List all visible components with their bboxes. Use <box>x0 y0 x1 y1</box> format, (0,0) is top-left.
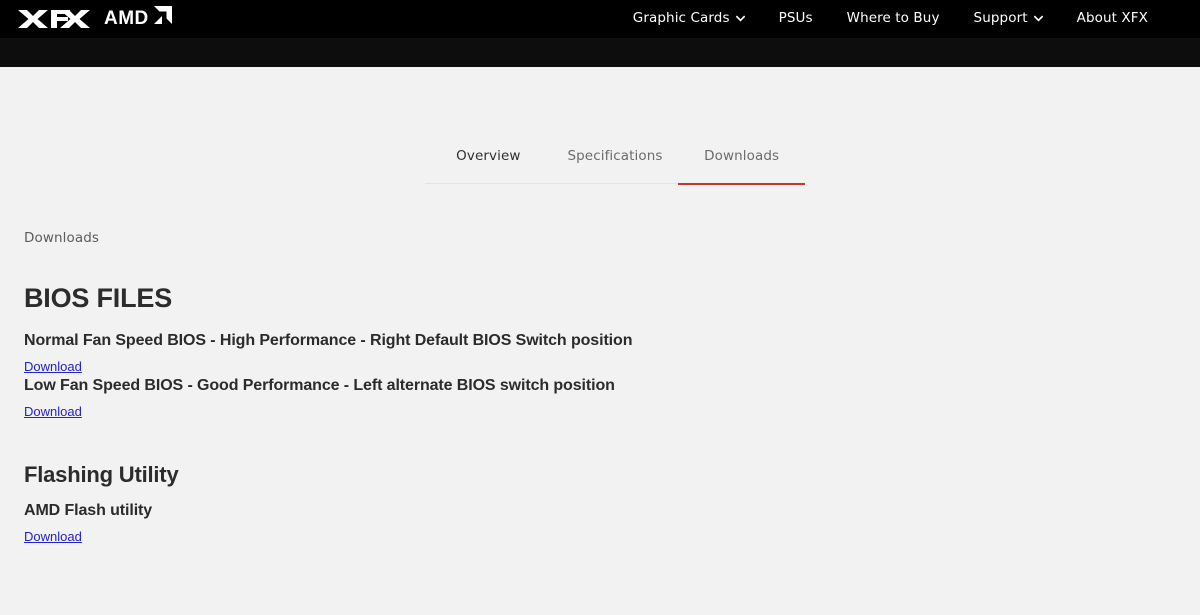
tab-overview[interactable]: Overview <box>425 148 552 184</box>
nav-label: About XFX <box>1076 10 1148 27</box>
nav-item-psus[interactable]: PSUs <box>779 12 813 26</box>
brand-logos[interactable]: AMD <box>18 5 184 29</box>
tab-downloads[interactable]: Downloads <box>678 148 806 185</box>
download-link[interactable]: Download <box>24 404 82 420</box>
tab-active-underline <box>678 182 806 185</box>
svg-text:AMD: AMD <box>104 8 149 28</box>
download-entry: Low Fan Speed BIOS - Good Performance - … <box>24 376 1174 421</box>
download-link[interactable]: Download <box>24 359 82 375</box>
nav-label: Where to Buy <box>846 10 940 27</box>
file-title: Normal Fan Speed BIOS - High Performance… <box>24 332 633 350</box>
nav-label: PSUs <box>778 10 813 27</box>
site-header: AMD Graphic Cards PSUs Where to Buy Supp… <box>0 0 1200 38</box>
download-link[interactable]: Download <box>24 529 82 545</box>
chevron-down-icon <box>735 14 745 23</box>
file-title: Low Fan Speed BIOS - Good Performance - … <box>24 377 615 395</box>
secondary-bar <box>0 38 1200 67</box>
section-title: BIOS FILES <box>24 282 173 313</box>
nav-label: Graphic Cards <box>632 10 730 27</box>
download-entry: Normal Fan Speed BIOS - High Performance… <box>24 331 1174 376</box>
section-title: Flashing Utility <box>24 462 179 488</box>
file-title: AMD Flash utility <box>24 502 153 520</box>
nav-item-support[interactable]: Support <box>974 12 1043 26</box>
downloads-content: Downloads BIOS FILES Normal Fan Speed BI… <box>24 230 1174 546</box>
page-section-label: Downloads <box>24 230 100 246</box>
tab-label: Overview <box>456 148 521 164</box>
nav-item-where-to-buy[interactable]: Where to Buy <box>847 12 940 26</box>
nav-item-about-xfx[interactable]: About XFX <box>1077 12 1148 26</box>
amd-logo-icon[interactable]: AMD <box>104 6 184 28</box>
tab-underline <box>425 182 552 184</box>
xfx-logo-icon[interactable] <box>18 6 90 28</box>
nav-item-graphic-cards[interactable]: Graphic Cards <box>633 12 745 26</box>
product-tabs: Overview Specifications Downloads <box>0 148 1200 190</box>
section-flashing-utility: Flashing Utility AMD Flash utility Downl… <box>24 462 1174 546</box>
chevron-down-icon <box>1033 14 1043 23</box>
tab-specifications[interactable]: Specifications <box>551 148 679 184</box>
tab-label: Downloads <box>704 148 780 164</box>
main-navigation: Graphic Cards PSUs Where to Buy Support … <box>599 0 1200 38</box>
download-entry: AMD Flash utility Download <box>24 501 1174 546</box>
tab-label: Specifications <box>567 148 663 164</box>
tab-underline <box>551 182 679 184</box>
nav-label: Support <box>973 10 1028 27</box>
section-bios-files: BIOS FILES Normal Fan Speed BIOS - High … <box>24 282 1174 422</box>
